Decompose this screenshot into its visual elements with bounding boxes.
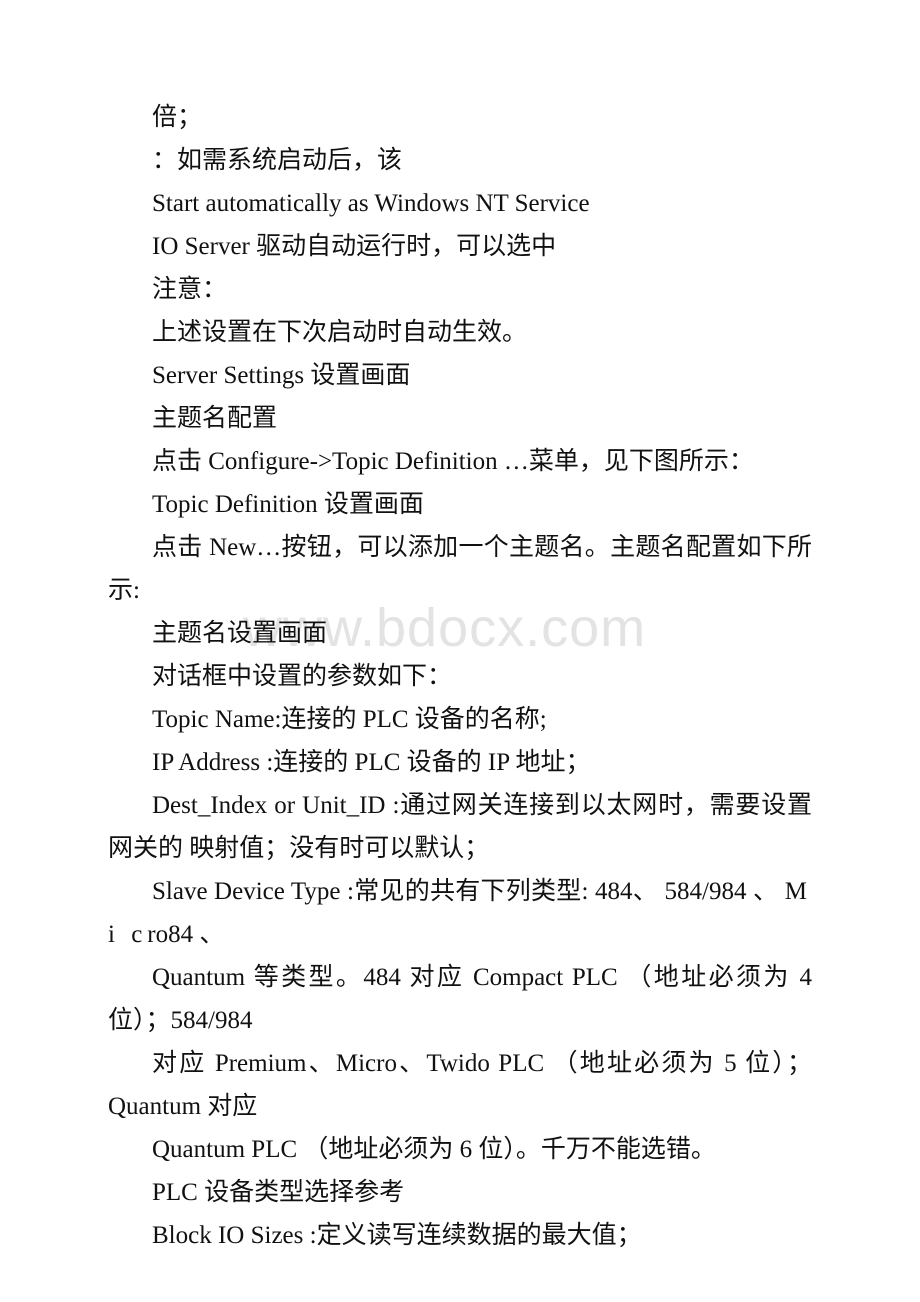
paragraph-fragment-pre: Slave Device Type :常见的共有下列类型: 484、 584/9… <box>152 878 785 905</box>
document-page: www.bdocx.com 倍； ：如需系统启动后，该 Start automa… <box>0 0 920 1302</box>
paragraph: IP Address :连接的 PLC 设备的 IP 地址； <box>152 749 591 776</box>
document-body: 倍； ：如需系统启动后，该 Start automatically as Win… <box>108 96 812 1257</box>
paragraph-fragment-post: ro84 、 <box>147 921 225 948</box>
paragraph: Quantum 等类型。484 对应 Compact PLC （地址必须为 4 … <box>108 964 812 1034</box>
paragraph: Topic Name:连接的 PLC 设备的名称; <box>152 706 547 733</box>
paragraph: Start automatically as Windows NT Servic… <box>152 190 590 217</box>
paragraph: 注意： <box>152 276 228 303</box>
paragraph: Quantum PLC （地址必须为 6 位）。千万不能选错。 <box>152 1136 716 1163</box>
paragraph: 点击 Configure->Topic Definition …菜单，见下图所示… <box>152 448 754 475</box>
paragraph: Topic Definition 设置画面 <box>152 491 424 518</box>
paragraph: 对应 Premium、Micro、Twido PLC （地址必须为 5 位）；Q… <box>108 1050 812 1120</box>
paragraph: 倍； <box>152 104 203 131</box>
paragraph: Block IO Sizes :定义读写连续数据的最大值； <box>152 1222 642 1249</box>
paragraph: 对话框中设置的参数如下： <box>152 663 453 690</box>
paragraph: ：如需系统启动后，该 <box>152 147 403 174</box>
paragraph: IO Server 驱动自动运行时，可以选中 <box>152 233 557 260</box>
paragraph: Dest_Index or Unit_ID :通过网关连接到以太网时，需要设置网… <box>108 792 812 862</box>
paragraph: 主题名配置 <box>152 405 278 432</box>
paragraph: 点击 New…按钮，可以添加一个主题名。主题名配置如下所示: <box>108 534 812 604</box>
paragraph: Server Settings 设置画面 <box>152 362 411 389</box>
paragraph: PLC 设备类型选择参考 <box>152 1179 405 1206</box>
paragraph: 上述设置在下次启动时自动生效。 <box>152 319 528 346</box>
paragraph: Slave Device Type :常见的共有下列类型: 484、 584/9… <box>108 870 812 956</box>
paragraph: 主题名设置画面 <box>152 620 328 647</box>
